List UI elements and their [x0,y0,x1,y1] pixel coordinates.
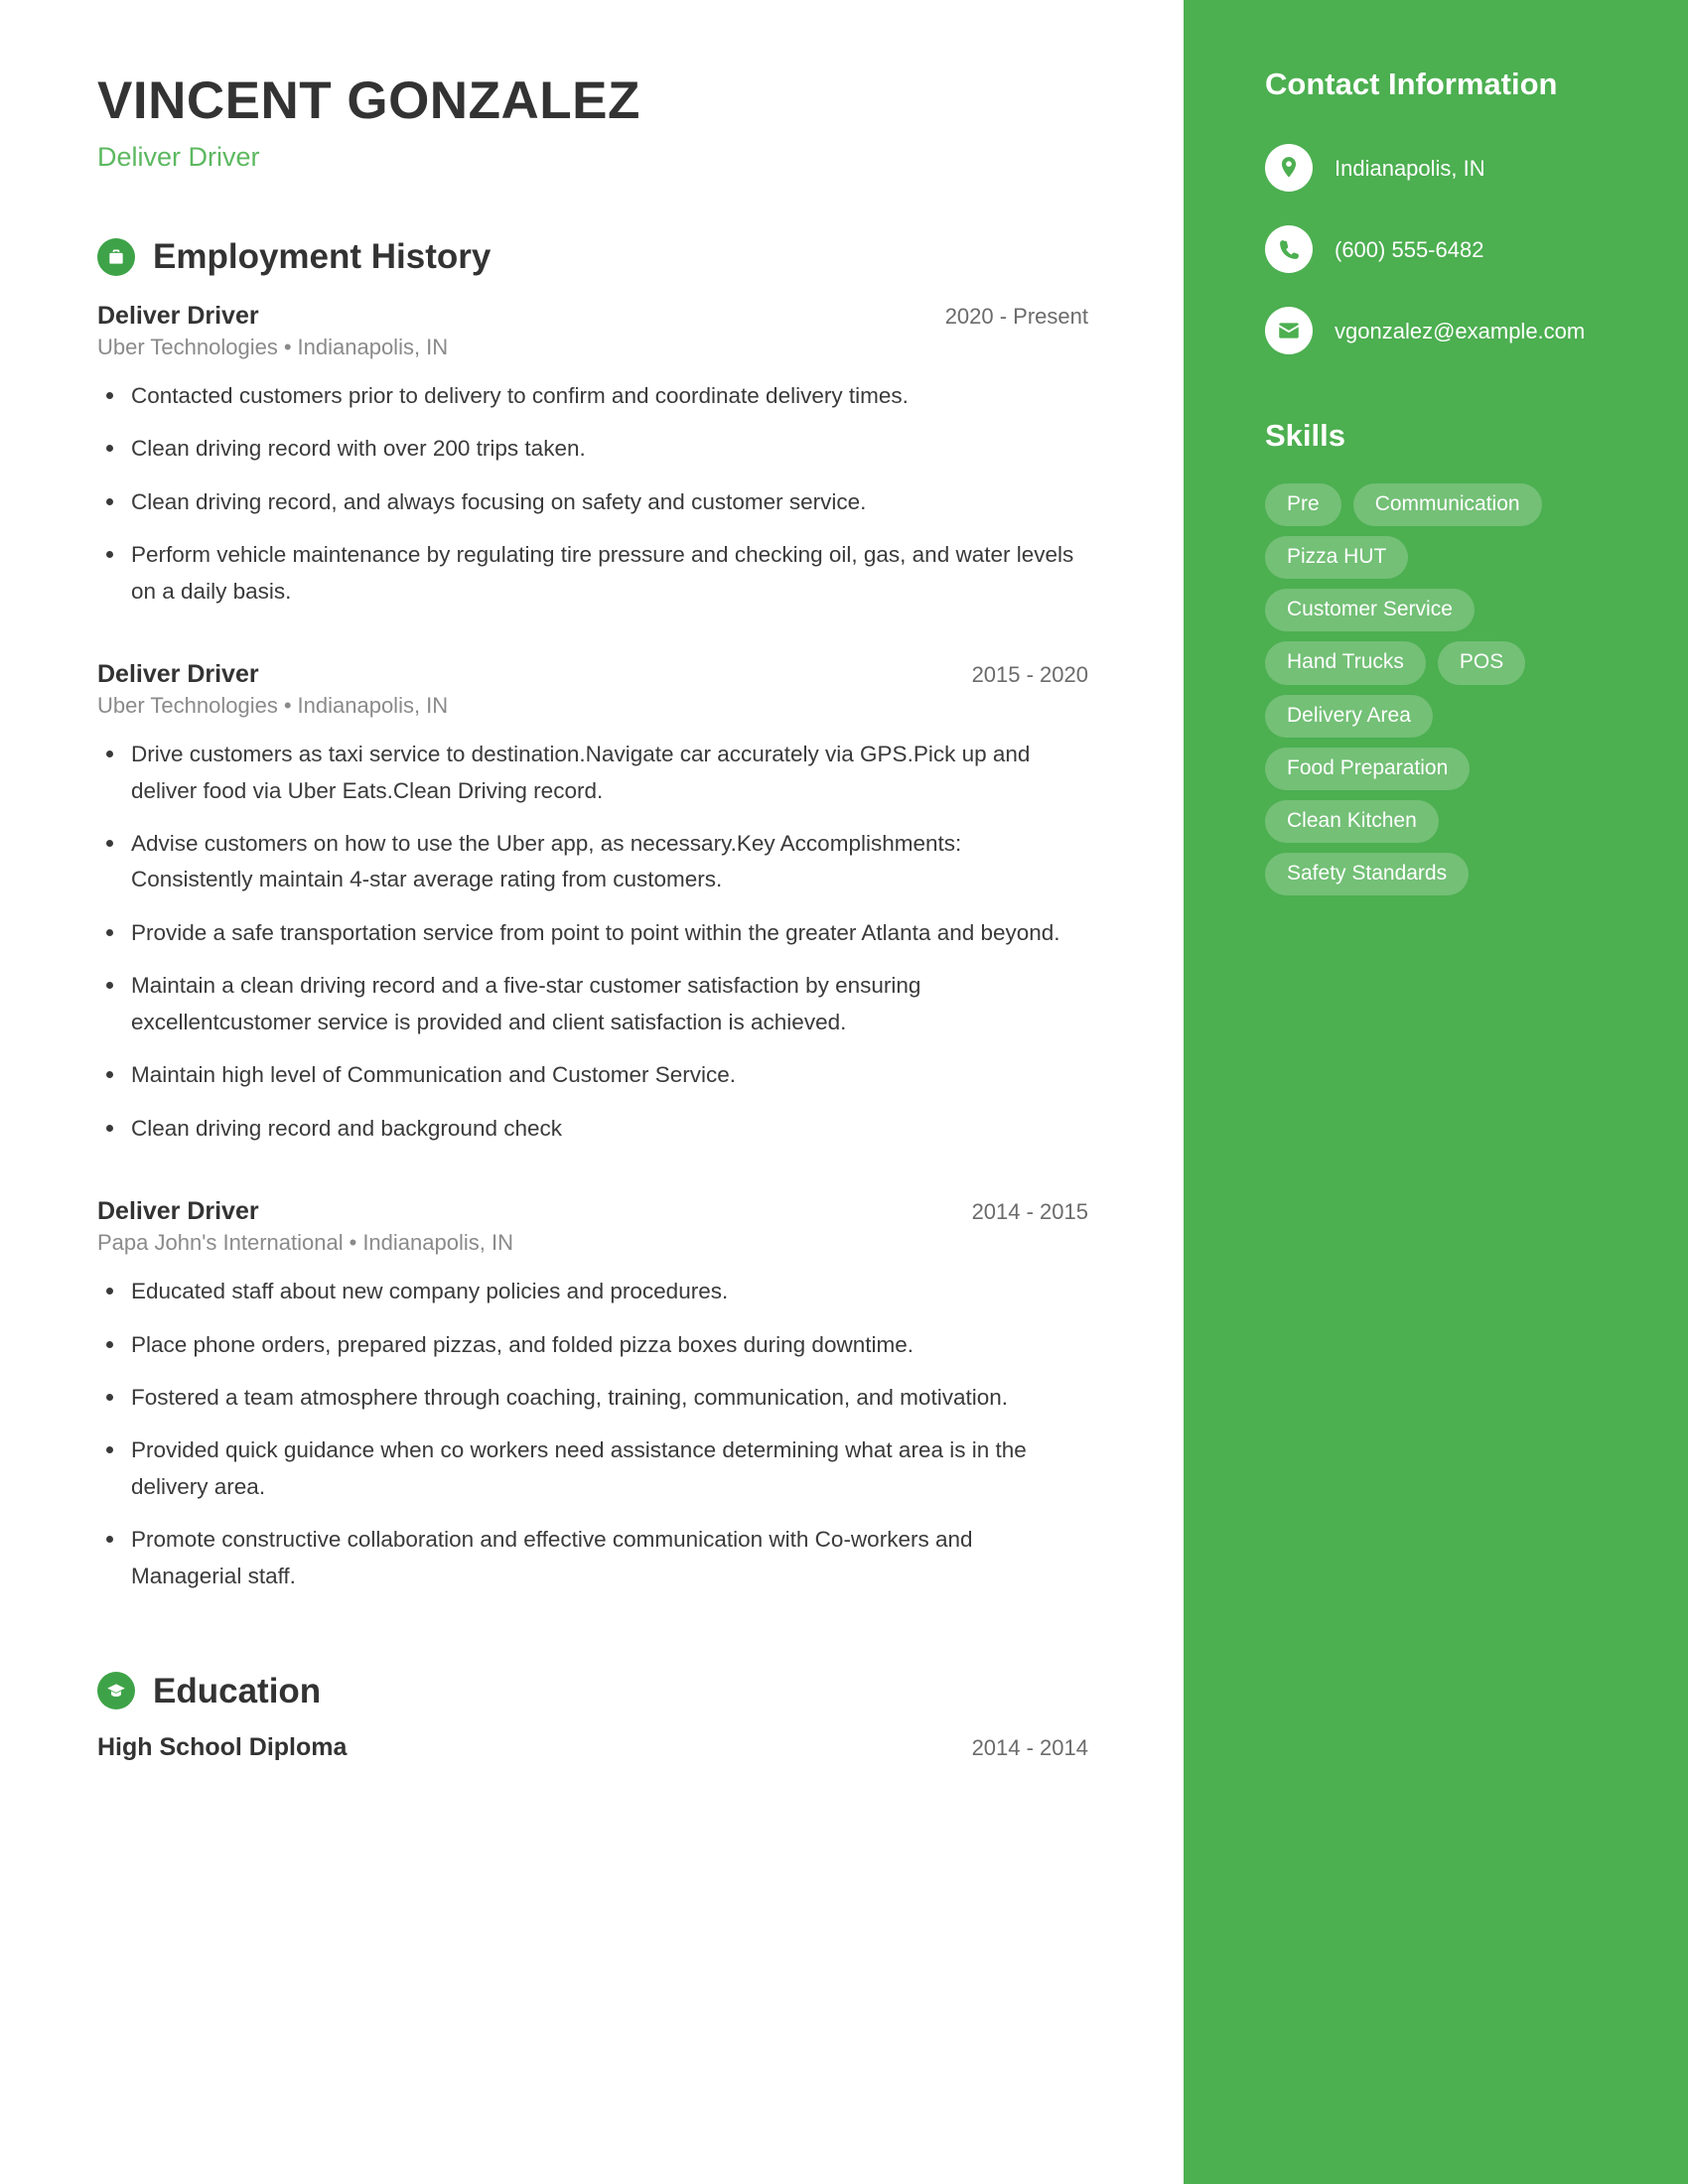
entry-header: Deliver Driver 2014 - 2015 [97,1197,1088,1226]
education-section: Education High School Diploma 2014 - 2014 [97,1672,1088,1762]
contact-list: Indianapolis, IN (600) 555-6482 vgonzalez@… [1265,144,1628,355]
entry-spacer [97,626,1088,660]
briefcase-icon [97,237,135,276]
email-icon [1265,307,1313,355]
employment-history-section: Employment History Deliver Driver 2020 - … [97,237,1088,1594]
contact-value: Indianapolis, IN [1335,156,1485,182]
entry-bullet-list: Contacted customers prior to delivery to… [97,378,1088,610]
entry-bullet-list: Drive customers as taxi service to desti… [97,737,1088,1147]
contact-value: (600) 555-6482 [1335,237,1484,263]
entry-header: Deliver Driver 2015 - 2020 [97,660,1088,689]
entry-company-location: Uber Technologies • Indianapolis, IN [97,335,1088,360]
employment-entry: Deliver Driver 2020 - Present Uber Technol… [97,302,1088,610]
entry-company: Papa John's International [97,1230,344,1256]
education-dates: 2014 - 2014 [971,1735,1088,1761]
employment-entry: Deliver Driver 2015 - 2020 Uber Technologi… [97,660,1088,1147]
entry-company: Uber Technologies [97,334,278,359]
skill-pill: Food Preparation [1265,747,1471,790]
page-title: VINCENT GONZALEZ [97,71,640,130]
sidebar: Contact Information Indianapolis, IN (600… [1184,0,1688,2184]
entry-bullet: Educated staff about new company policie… [97,1274,1075,1309]
employment-section-title: Employment History [153,237,492,277]
entry-location: Indianapolis, IN [297,693,449,719]
contact-value: vgonzalez@example.com [1335,319,1586,344]
education-degree: High School Diploma [97,1733,348,1762]
entry-bullet: Place phone orders, prepared pizzas, and… [97,1327,1075,1363]
entry-separator: • [283,693,292,719]
entry-bullet: Provide a safe transportation service fr… [97,915,1075,951]
contact-row: vgonzalez@example.com [1265,307,1628,355]
main-content-column: VINCENT GONZALEZ Deliver Driver Employme… [0,0,1184,2184]
resume-page: VINCENT GONZALEZ Deliver Driver Employme… [0,0,1688,2184]
entry-bullet: Promote constructive collaboration and e… [97,1522,1075,1594]
contact-information-title: Contact Information [1265,67,1558,101]
employment-entry: Deliver Driver 2014 - 2015 Papa John's Int… [97,1197,1088,1594]
employment-section-header: Employment History [97,237,1088,277]
entry-company-location: Uber Technologies • Indianapolis, IN [97,693,1088,719]
contact-row: (600) 555-6482 [1265,225,1628,274]
entry-company-location: Papa John's International • Indianapolis, … [97,1230,1088,1256]
phone-icon [1265,225,1313,274]
skill-pill: Delivery Area [1265,694,1433,738]
entry-spacer [97,1163,1088,1197]
graduation-cap-icon [97,1672,135,1710]
entry-bullet: Perform vehicle maintenance by regulatin… [97,537,1075,610]
skill-pill: Hand Trucks [1265,641,1426,685]
education-entry: High School Diploma 2014 - 2014 [97,1733,1088,1762]
entry-dates: 2014 - 2015 [971,1199,1088,1225]
entry-bullet-list: Educated staff about new company policie… [97,1274,1088,1594]
entry-location: Indianapolis, IN [362,1230,513,1256]
education-section-header: Education [97,1671,1088,1710]
skill-pill: Pizza HUT [1265,536,1409,580]
entry-header: Deliver Driver 2020 - Present [97,302,1088,331]
skill-pill: Clean Kitchen [1265,799,1439,843]
entry-bullet: Clean driving record with over 200 trips… [97,431,1075,467]
entry-bullet: Maintain a clean driving record and a fi… [97,968,1075,1040]
skill-pill: POS [1437,641,1526,685]
contact-row: Indianapolis, IN [1265,144,1628,193]
entry-role: Deliver Driver [97,301,259,330]
skill-pill: Pre [1265,483,1341,527]
skill-pill: Communication [1352,483,1542,527]
entry-bullet: Drive customers as taxi service to desti… [97,737,1075,809]
skills-list: Pre Communication Pizza HUT Customer Servic… [1265,483,1593,895]
employment-entries: Deliver Driver 2020 - Present Uber Technol… [97,302,1088,1594]
entry-separator: • [349,1230,357,1256]
location-pin-icon [1265,144,1313,193]
entry-bullet: Fostered a team atmosphere through coach… [97,1380,1075,1416]
skills-title: Skills [1265,418,1345,454]
education-entries: High School Diploma 2014 - 2014 [97,1733,1088,1762]
skill-pill: Customer Service [1265,589,1475,632]
job-headline: Deliver Driver [97,141,260,172]
entry-company: Uber Technologies [97,693,278,719]
entry-dates: 2015 - 2020 [971,662,1088,688]
entry-bullet: Clean driving record, and always focusin… [97,484,1075,520]
entry-bullet: Clean driving record and background chec… [97,1111,1075,1147]
entry-role: Deliver Driver [97,1197,259,1226]
entry-bullet: Maintain high level of Communication and… [97,1057,1075,1093]
entry-separator: • [283,334,292,359]
entry-bullet: Advise customers on how to use the Uber … [97,826,1075,898]
skill-pill: Safety Standards [1265,852,1470,895]
entry-bullet: Provided quick guidance when co workers … [97,1433,1075,1505]
entry-dates: 2020 - Present [944,303,1088,329]
entry-location: Indianapolis, IN [297,334,449,359]
entry-role: Deliver Driver [97,660,259,689]
education-section-title: Education [153,1671,322,1710]
entry-bullet: Contacted customers prior to delivery to… [97,378,1075,414]
